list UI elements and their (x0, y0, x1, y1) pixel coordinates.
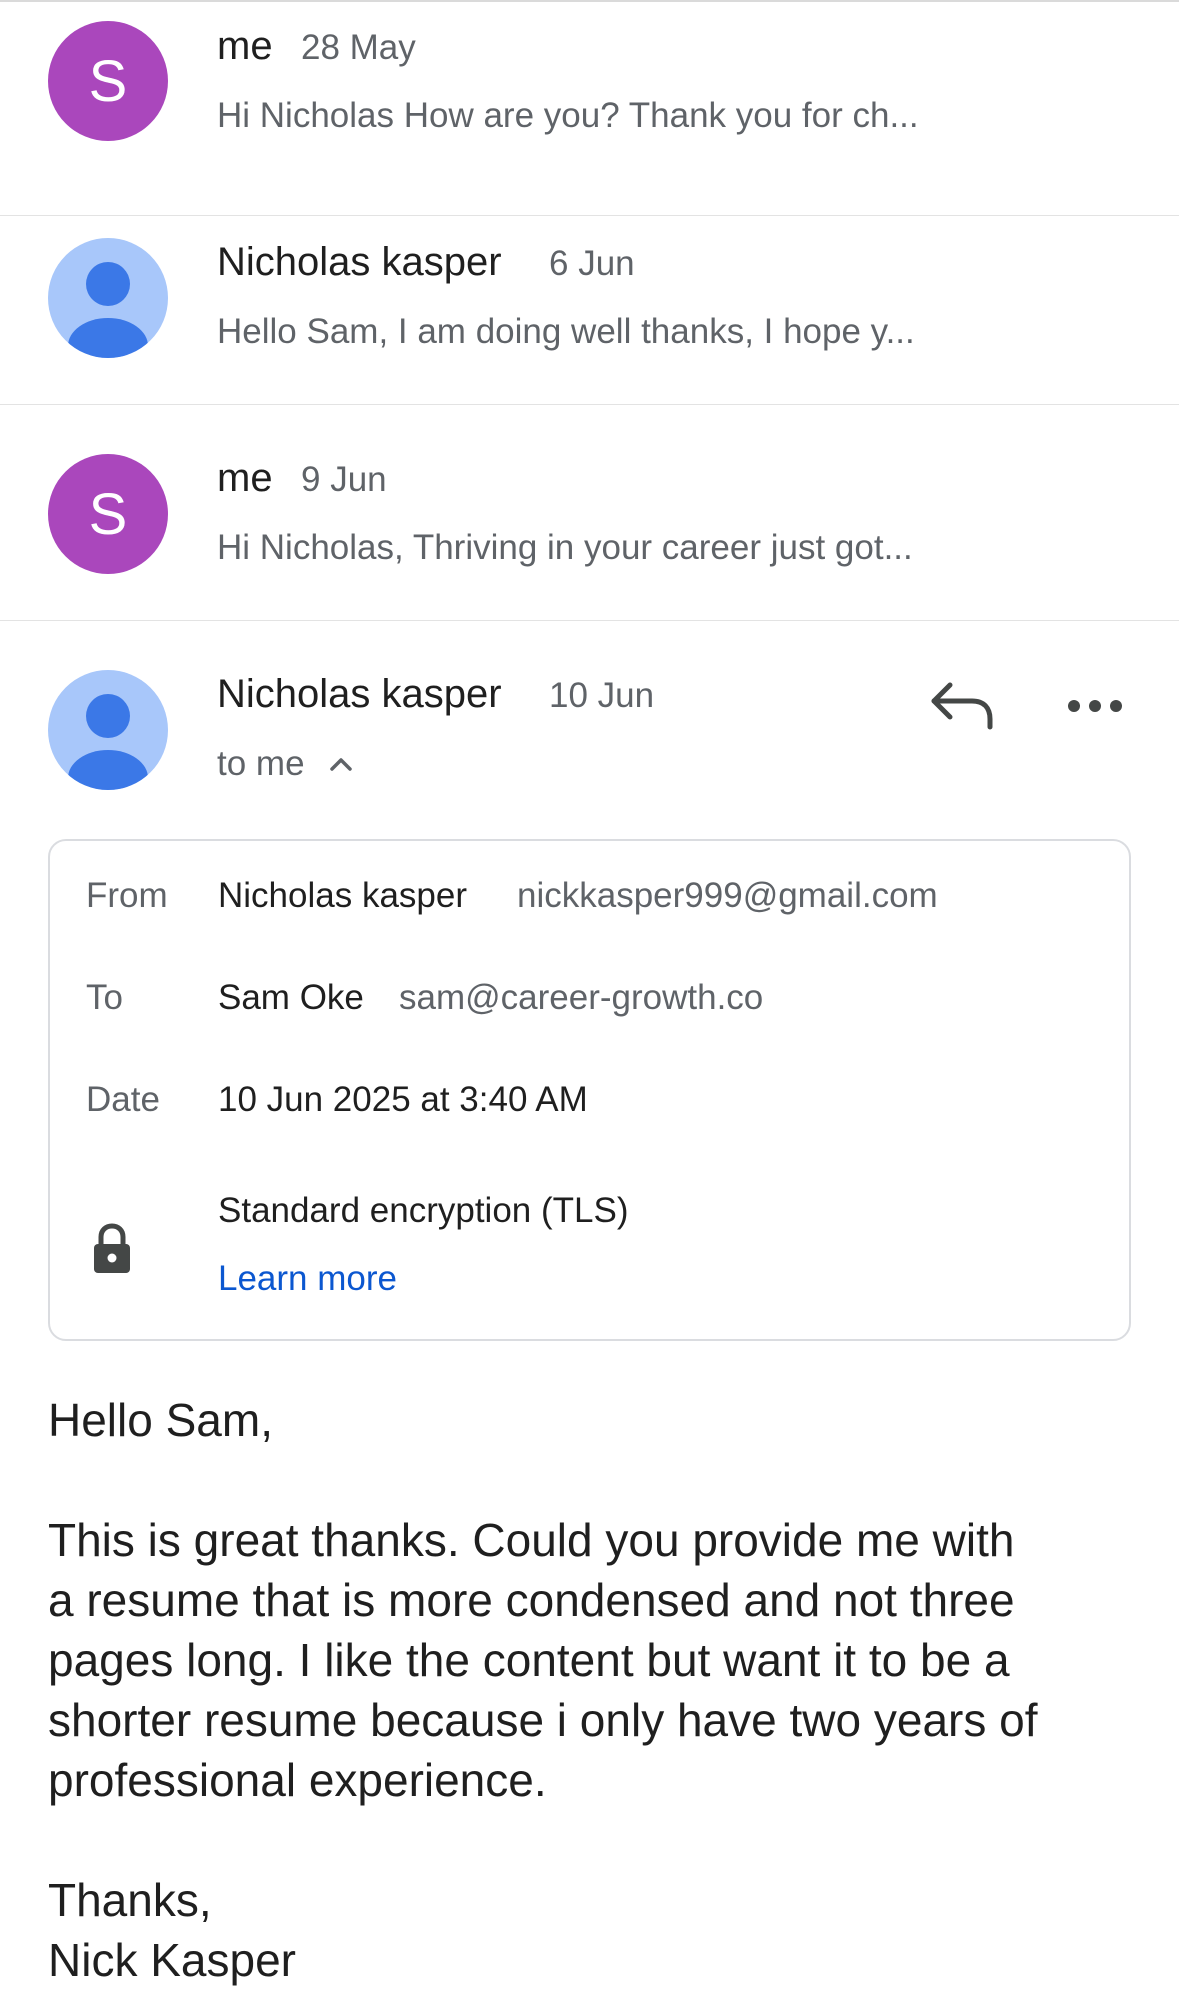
body-greeting: Hello Sam, (48, 1394, 273, 1446)
open-message-date: 10 Jun (549, 676, 655, 715)
date-value: 10 Jun 2025 at 3:40 AM (218, 1080, 588, 1119)
encryption-status: Standard encryption (TLS) (218, 1191, 629, 1230)
message-snippet: Hello Sam, I am doing well thanks, I hop… (217, 312, 915, 351)
from-name: Nicholas kasper (218, 876, 467, 915)
message-date: 28 May (301, 28, 416, 67)
sender-name: me (217, 24, 273, 68)
reply-icon[interactable] (928, 675, 998, 735)
message-snippet: Hi Nicholas, Thriving in your career jus… (217, 528, 913, 567)
learn-more-link[interactable]: Learn more (218, 1259, 397, 1299)
recipient-summary[interactable]: to me (217, 744, 305, 784)
to-name: Sam Oke (218, 978, 364, 1017)
chevron-up-icon[interactable] (326, 752, 356, 776)
from-label: From (86, 876, 168, 915)
body-signature: Nick Kasper (48, 1934, 296, 1986)
message-date: 9 Jun (301, 460, 387, 499)
sender-name: Nicholas kasper (217, 240, 502, 284)
person-avatar-icon (48, 670, 168, 790)
avatar: S (48, 454, 168, 574)
body-line: professional experience. (48, 1754, 547, 1806)
from-email[interactable]: nickkasper999@gmail.com (517, 876, 938, 916)
email-thread-view: S me 28 May Hi Nicholas How are you? Tha… (0, 0, 1179, 1994)
body-line: This is great thanks. Could you provide … (48, 1514, 1015, 1566)
message-date: 6 Jun (549, 244, 635, 283)
body-signoff: Thanks, (48, 1874, 212, 1926)
to-email[interactable]: sam@career-growth.co (399, 978, 763, 1018)
date-label: Date (86, 1080, 160, 1119)
person-avatar-icon (48, 238, 168, 358)
message-snippet: Hi Nicholas How are you? Thank you for c… (217, 96, 919, 135)
more-options-icon[interactable] (1062, 688, 1128, 724)
to-label: To (86, 978, 123, 1017)
avatar: S (48, 21, 168, 141)
thread-message-row[interactable]: Nicholas kasper 6 Jun Hello Sam, I am do… (0, 189, 1179, 405)
open-message-sender: Nicholas kasper (217, 672, 502, 716)
thread-message-row[interactable]: S me 28 May Hi Nicholas How are you? Tha… (0, 0, 1179, 216)
message-details-card: From Nicholas kasper nickkasper999@gmail… (48, 839, 1131, 1341)
thread-message-row[interactable]: S me 9 Jun Hi Nicholas, Thriving in your… (0, 405, 1179, 621)
body-line: pages long. I like the content but want … (48, 1634, 1010, 1686)
sender-name: me (217, 456, 273, 500)
body-line: a resume that is more condensed and not … (48, 1574, 1015, 1626)
lock-icon (92, 1223, 132, 1275)
body-line: shorter resume because i only have two y… (48, 1694, 1038, 1746)
